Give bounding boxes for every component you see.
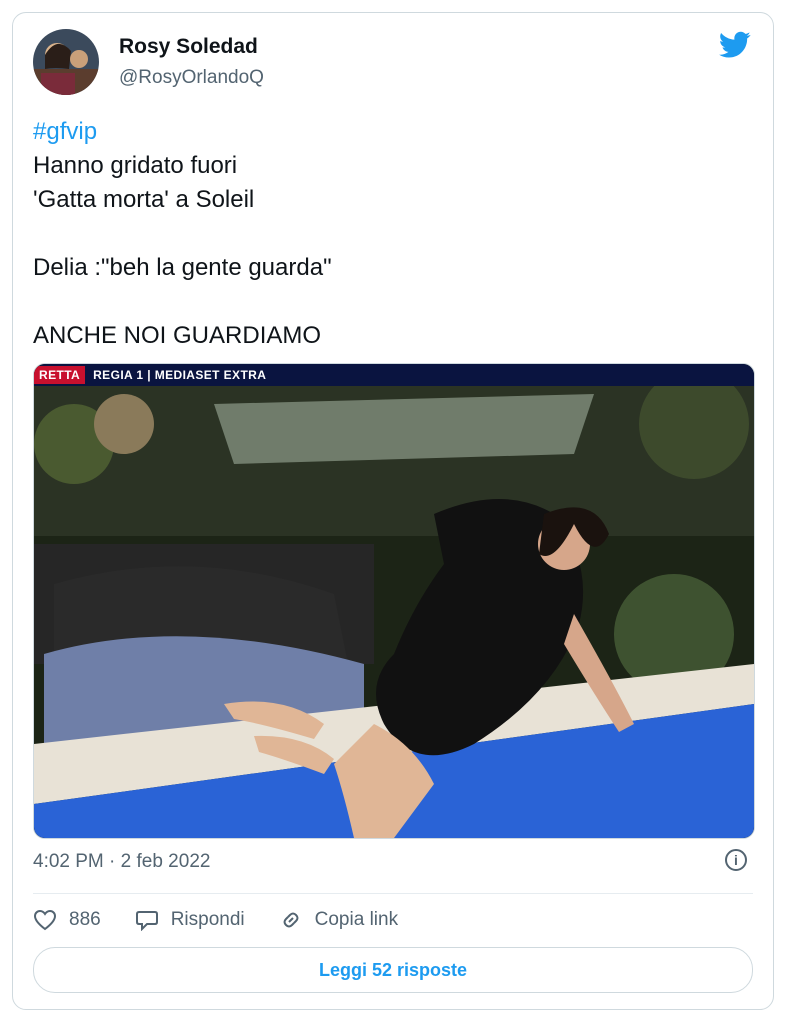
copy-link-label: Copia link	[314, 909, 399, 930]
tweet-line: 'Gatta morta' a Soleil	[33, 186, 255, 213]
like-count: 886	[69, 909, 101, 930]
broadcast-bar: RETTA REGIA 1 | MEDIASET EXTRA	[34, 364, 754, 386]
action-bar: 886 Rispondi Copia link	[33, 909, 432, 931]
timestamp[interactable]: 4:02 PM · 2 feb 2022	[33, 851, 210, 873]
twitter-bird-icon[interactable]	[719, 31, 751, 59]
reply-button[interactable]: Rispondi	[135, 909, 245, 931]
user-handle[interactable]: @RosyOrlandoQ	[119, 67, 264, 89]
hashtag-link[interactable]: #gfvip	[33, 115, 753, 149]
avatar-image	[33, 29, 99, 95]
tweet-line: ANCHE NOI GUARDIAMO	[33, 322, 322, 349]
copy-link-button[interactable]: Copia link	[279, 909, 398, 931]
like-button[interactable]: 886	[33, 909, 101, 931]
tweet-text: #gfvip Hanno gridato fuori 'Gatta morta'…	[33, 115, 753, 353]
divider	[33, 893, 753, 894]
tweet-line: Delia :"beh la gente guarda"	[33, 254, 332, 281]
heart-icon	[33, 909, 57, 931]
media-scene	[34, 369, 754, 838]
display-name[interactable]: Rosy Soledad	[119, 35, 258, 59]
read-replies-button[interactable]: Leggi 52 risposte	[33, 947, 753, 993]
info-icon[interactable]: i	[725, 849, 747, 871]
tweet-media-image[interactable]: RETTA REGIA 1 | MEDIASET EXTRA	[33, 363, 755, 839]
link-icon	[283, 912, 299, 928]
broadcast-label: REGIA 1 | MEDIASET EXTRA	[93, 368, 267, 382]
avatar[interactable]	[33, 29, 99, 95]
tweet-line: Hanno gridato fuori	[33, 152, 238, 179]
reply-bubble-icon	[135, 911, 158, 931]
tweet-card: Rosy Soledad @RosyOrlandoQ #gfvip Hanno …	[12, 12, 774, 1010]
live-badge: RETTA	[34, 366, 86, 384]
reply-label: Rispondi	[170, 909, 245, 930]
